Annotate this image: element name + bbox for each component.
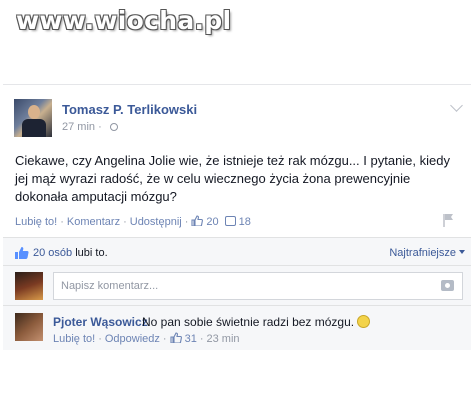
post-actions: Lubię to! · Komentarz · Udostępnij · 20 18 (15, 215, 251, 228)
post-timestamp: 27 min · (62, 121, 118, 133)
smiley-icon (357, 315, 371, 328)
separator: · (184, 216, 189, 228)
comment-actions: Lubię to! · Odpowiedz · 31 · 23 min (53, 332, 240, 345)
separator: · (98, 121, 102, 133)
separator: · (123, 216, 127, 228)
thumbs-up-icon (15, 247, 29, 259)
share-link[interactable]: Udostępnij (130, 216, 182, 228)
separator: · (60, 216, 64, 228)
author-name[interactable]: Tomasz P. Terlikowski (62, 102, 197, 117)
globe-icon (109, 123, 118, 132)
comment-count[interactable]: 18 (239, 216, 251, 228)
post-text: Ciekawe, czy Angelina Jolie wie, że istn… (15, 153, 450, 204)
current-user-avatar (15, 272, 43, 300)
like-count-icon (191, 215, 204, 226)
avatar-face (28, 105, 40, 119)
comment-placeholder: Napisz komentarz... (61, 280, 159, 292)
likes-bar: 20 osób lubi to. Najtrafniejsze (3, 237, 471, 265)
separator: · (98, 333, 102, 345)
like-count[interactable]: 20 (206, 216, 218, 228)
comment-reply-link[interactable]: Odpowiedz (105, 333, 160, 345)
post-time[interactable]: 27 min (62, 121, 95, 133)
comment-composer: Napisz komentarz... (3, 265, 471, 305)
caret-down-icon (459, 250, 465, 254)
comment-link[interactable]: Komentarz (67, 216, 120, 228)
post: Tomasz P. Terlikowski 27 min · Ciekawe, … (3, 85, 471, 237)
separator: · (199, 333, 204, 345)
commenter-avatar[interactable] (15, 313, 43, 341)
comment-like-icon (170, 332, 182, 343)
comment-like-link[interactable]: Lubię to! (53, 333, 95, 345)
likes-count: 20 osób lubi to. (33, 247, 108, 259)
author-avatar[interactable] (14, 99, 52, 137)
sort-dropdown[interactable]: Najtrafniejsze (389, 247, 465, 259)
likes-people[interactable]: 20 osób (33, 247, 72, 259)
comment-time[interactable]: 23 min (207, 333, 240, 345)
comment-like-count[interactable]: 31 (185, 333, 197, 345)
comment-count-icon (224, 216, 236, 226)
sort-label: Najtrafniejsze (389, 247, 456, 259)
flag-icon[interactable] (443, 213, 455, 227)
avatar-body (22, 119, 46, 137)
watermark: www.wiocha.pl (16, 6, 232, 35)
camera-icon[interactable] (441, 280, 454, 291)
separator: · (162, 333, 167, 345)
comment: Pjoter Wąsowicz No pan sobie świetnie ra… (3, 305, 471, 350)
comment-body: No pan sobie świetnie radzi bez mózgu. (142, 315, 371, 329)
likes-suffix: lubi to. (75, 247, 108, 259)
facebook-post-card: Tomasz P. Terlikowski 27 min · Ciekawe, … (3, 84, 471, 350)
comment-input[interactable]: Napisz komentarz... (53, 272, 463, 300)
chevron-down-icon[interactable] (450, 99, 463, 112)
commenter-name[interactable]: Pjoter Wąsowicz (53, 315, 148, 329)
like-link[interactable]: Lubię to! (15, 216, 57, 228)
comment-text: No pan sobie świetnie radzi bez mózgu. (142, 315, 355, 329)
